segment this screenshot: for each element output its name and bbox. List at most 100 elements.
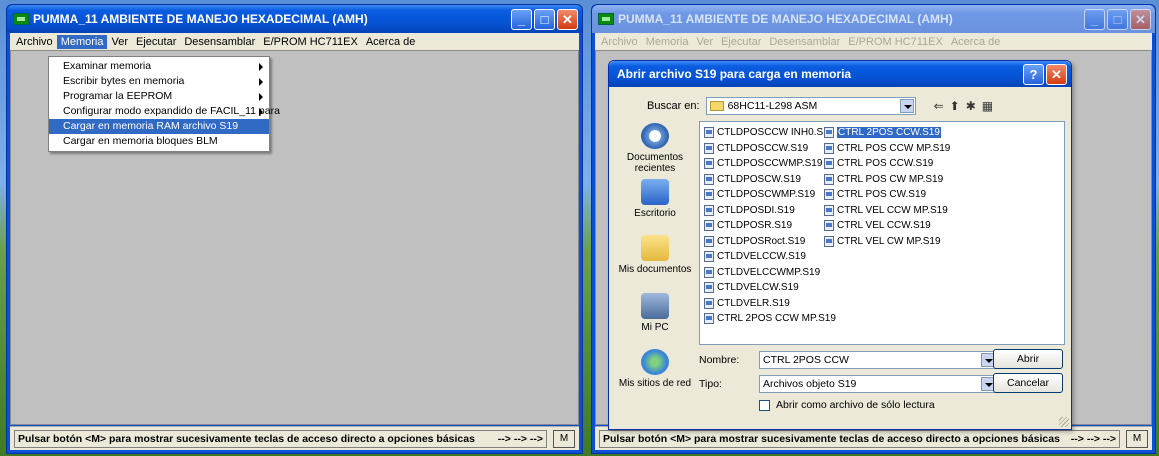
menu-ejecutar[interactable]: Ejecutar [717,35,765,49]
menu-archivo[interactable]: Archivo [12,35,57,49]
status-arrows: --> --> --> [497,432,543,445]
menu-eprom[interactable]: E/PROM HC711EX [844,35,947,49]
menu-archivo[interactable]: Archivo [597,35,642,49]
file-item[interactable]: CTLDPOSR.S19 [704,218,836,234]
file-item[interactable]: CTLDPOSRoct.S19 [704,234,836,250]
help-icon[interactable]: ? [1023,64,1044,85]
minimize-icon[interactable]: _ [1084,9,1105,30]
network-places-icon [641,349,669,375]
recent-documents-icon [641,123,669,149]
right-menubar: Archivo Memoria Ver Ejecutar Desensambla… [595,33,1152,50]
app-icon [598,13,614,25]
cancel-button[interactable]: Cancelar [993,373,1063,393]
file-item[interactable]: CTRL POS CW.S19 [824,187,950,203]
close-icon[interactable]: ✕ [1130,9,1151,30]
open-button[interactable]: Abrir [993,349,1063,369]
place-my-documents[interactable]: Mis documentos [615,235,695,275]
place-network[interactable]: Mis sitios de red [615,349,695,389]
menu-acerca-de[interactable]: Acerca de [947,35,1005,49]
file-item[interactable]: CTRL VEL CCW.S19 [824,218,950,234]
my-documents-icon [641,235,669,261]
s19-file-icon [704,142,714,154]
file-column-1: CTLDPOSCCW INH0.S19 CTLDPOSCCW.S19 CTLDPOS… [704,125,836,327]
file-item[interactable]: CTLDPOSCWMP.S19 [704,187,836,203]
minimize-icon[interactable]: _ [511,9,532,30]
look-in-combo[interactable]: 68HC11-L298 ASM [705,97,916,115]
dd-programar-eeprom[interactable]: Programar la EEPROM [49,89,269,104]
file-item[interactable]: CTLDPOSCCW INH0.S19 [704,125,836,141]
submenu-arrow-icon [259,78,263,86]
maximize-icon[interactable]: □ [1107,9,1128,30]
menu-desensamblar[interactable]: Desensamblar [765,35,844,49]
menu-acerca-de[interactable]: Acerca de [362,35,420,49]
my-computer-icon [641,293,669,319]
maximize-icon[interactable]: □ [534,9,555,30]
filetype-select[interactable]: Archivos objeto S19 [759,375,997,393]
dd-cargar-s19[interactable]: Cargar en memoria RAM archivo S19 [49,119,269,134]
file-column-2: CTRL 2POS CCW.S19 CTRL POS CCW MP.S19 CTRL… [824,125,950,249]
file-item[interactable]: CTLDPOSDI.S19 [704,203,836,219]
look-in-label: Buscar en: [647,100,700,112]
chevron-down-icon[interactable] [899,99,914,113]
s19-file-icon [704,127,714,139]
look-in-value: 68HC11-L298 ASM [727,100,818,112]
file-name: CTRL 2POS CCW.S19 [837,127,941,139]
filename-input[interactable]: CTRL 2POS CCW [759,351,997,369]
up-folder-icon[interactable]: ⬆ [950,99,960,113]
m-button[interactable]: M [553,429,575,448]
file-item[interactable]: CTLDPOSCW.S19 [704,172,836,188]
file-item[interactable]: CTRL VEL CW MP.S19 [824,234,950,250]
file-item[interactable]: CTLDVELCW.S19 [704,280,836,296]
file-item[interactable]: CTLDPOSCCW.S19 [704,141,836,157]
file-name: CTRL POS CCW.S19 [837,158,934,170]
file-name: CTLDPOSCW.S19 [717,173,801,185]
s19-file-icon [824,173,834,185]
s19-file-icon [704,266,714,278]
s19-file-icon [824,142,834,154]
menu-ver[interactable]: Ver [107,35,132,49]
s19-file-icon [824,235,834,247]
place-desktop[interactable]: Escritorio [615,179,695,219]
file-item[interactable]: CTRL POS CW MP.S19 [824,172,950,188]
menu-desensamblar[interactable]: Desensamblar [180,35,259,49]
menu-ver[interactable]: Ver [692,35,717,49]
file-item[interactable]: CTLDPOSCCWMP.S19 [704,156,836,172]
file-name: CTRL VEL CCW.S19 [837,220,931,232]
place-my-pc[interactable]: Mi PC [615,293,695,333]
file-list[interactable]: CTLDPOSCCW INH0.S19 CTLDPOSCCW.S19 CTLDPOS… [699,121,1065,345]
new-folder-icon[interactable]: ✱ [966,99,976,113]
right-titlebar[interactable]: PUMMA_11 AMBIENTE DE MANEJO HEXADECIMAL … [592,5,1155,33]
close-icon[interactable]: ✕ [557,9,578,30]
s19-file-icon [704,282,714,294]
file-item[interactable]: CTRL VEL CCW MP.S19 [824,203,950,219]
m-button[interactable]: M [1126,429,1148,448]
readonly-checkbox[interactable] [759,399,770,411]
place-recent[interactable]: Documentos recientes [615,123,695,174]
file-item[interactable]: CTLDVELCCW.S19 [704,249,836,265]
dd-examinar-memoria[interactable]: Examinar memoria [49,59,269,74]
file-item[interactable]: CTRL POS CCW.S19 [824,156,950,172]
resize-grip-icon[interactable] [1059,417,1069,427]
file-item[interactable]: CTRL 2POS CCW MP.S19 [704,311,836,327]
file-name: CTLDPOSDI.S19 [717,204,795,216]
right-window-title: PUMMA_11 AMBIENTE DE MANEJO HEXADECIMAL … [618,12,953,26]
file-item[interactable]: CTRL POS CCW MP.S19 [824,141,950,157]
dialog-title: Abrir archivo S19 para carga en memoria [617,67,852,81]
menu-eprom[interactable]: E/PROM HC711EX [259,35,362,49]
dd-escribir-bytes[interactable]: Escribir bytes en memoria [49,74,269,89]
dialog-titlebar[interactable]: Abrir archivo S19 para carga en memoria … [609,61,1071,87]
menu-memoria[interactable]: Memoria [56,34,108,49]
dd-configurar-modo[interactable]: Configurar modo expandido de FACIL_11 pa… [49,104,280,119]
file-item[interactable]: CTRL 2POS CCW.S19 [824,125,950,141]
left-titlebar[interactable]: PUMMA_11 AMBIENTE DE MANEJO HEXADECIMAL … [7,5,582,33]
look-in-row: Buscar en: 68HC11-L298 ASM ⇐ ⬆ ✱ ▦ [647,97,993,115]
back-icon[interactable]: ⇐ [934,99,944,113]
file-item[interactable]: CTLDVELR.S19 [704,296,836,312]
close-icon[interactable]: ✕ [1046,64,1067,85]
dd-cargar-blm[interactable]: Cargar en memoria bloques BLM [49,134,269,149]
view-menu-icon[interactable]: ▦ [982,99,993,113]
menu-ejecutar[interactable]: Ejecutar [132,35,180,49]
memoria-dropdown: Examinar memoria Escribir bytes en memor… [48,56,280,152]
file-item[interactable]: CTLDVELCCWMP.S19 [704,265,836,281]
menu-memoria[interactable]: Memoria [642,35,693,49]
